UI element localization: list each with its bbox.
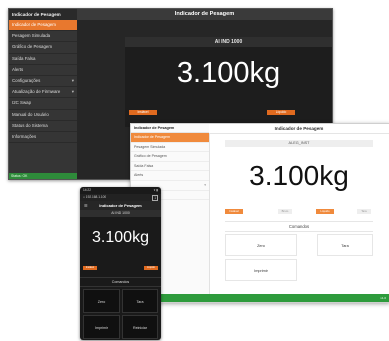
unstable-indicator: Instável [225,209,243,214]
chevron-down-icon: ▾ [204,182,206,187]
sidebar-item-label: Pesagem Simulada [12,33,51,39]
sidebar-item-grafico[interactable]: Gráfico de Pesagem [9,42,77,54]
device-serial: ALEG_INST [225,140,373,147]
print-button[interactable]: Imprimir [225,259,297,281]
sidebar-item-pesagem-simulada[interactable]: Pesagem Simulada [131,143,209,153]
net-indicator: Líquido [267,110,295,115]
phone-header: Indicador de Pesagem ☰ [80,201,161,210]
unstable-indicator: Instável [83,266,97,270]
device-serial: AI IND 1000 [80,210,161,217]
zero-button[interactable]: Zero [225,234,297,256]
sidebar-brand: Indicador de Pesagem [9,9,77,20]
sidebar-item-manual[interactable]: Manual do Usuário [9,110,77,121]
sidebar-item-configuracoes[interactable]: Configurações ▾ [9,76,77,88]
sidebar-item-label: I2C Swap [12,100,32,106]
sidebar-item-label: Alerts [12,66,24,72]
sidebar-item-label: Alerts [134,173,144,178]
phone-window: 14:22 ▾ ▮ ⌂ 192.168.1.100 1 Indicador de… [80,187,161,340]
status-bar: v1.0 [131,294,389,302]
sidebar-item-label: Atualização de Firmware [12,89,61,95]
weight-display: 3.100kg [176,57,281,89]
sidebar-item-i2c-swap[interactable]: I2C Swap [9,98,77,110]
weight-display: 3.100kg [249,160,349,191]
sidebar-item-firmware[interactable]: Atualização de Firmware ▾ [9,87,77,99]
unstable-indicator: Instável [129,110,157,115]
tare-button[interactable]: Tara [317,234,373,256]
sidebar-item-status[interactable]: Status do Sistema [9,121,77,132]
sidebar-item-saida-falsa[interactable]: Saída Falsa [131,162,209,172]
sidebar-item-indicador[interactable]: Indicador de Pesagem [9,20,77,32]
net-indicator: Líquido [316,209,334,214]
hamburger-menu-icon[interactable]: ☰ [84,201,88,210]
print-button[interactable]: Imprimir [83,315,120,339]
sidebar-footer-status: Status: OK [9,173,77,179]
sidebar-item-alerts[interactable]: Alerts [9,65,77,76]
net-indicator: Líquido [144,266,158,270]
sidebar-item-grafico[interactable]: Gráfico de Pesagem [131,152,209,162]
device-serial: AI IND 1000 [125,37,332,47]
phone-signal-icons: ▾ ▮ [153,188,158,192]
sidebar-item-alerts[interactable]: Alerts [131,171,209,181]
sidebar-item-label: Indicador de Pesagem [134,135,170,139]
browser-url-bar[interactable]: ⌂ 192.168.1.100 1 [80,194,161,201]
sidebar-item-pesagem-simulada[interactable]: Pesagem Simulada [9,31,77,43]
sidebar-item-label: Indicador de Pesagem [12,22,56,27]
sidebar-item-saida-falsa[interactable]: Saída Falsa [9,54,77,65]
phone-status-bar: 14:22 ▾ ▮ [80,187,161,194]
sidebar-item-label: Status do Sistema [12,122,48,128]
page-title: Indicador de Pesagem [209,124,389,134]
sidebar-item-label: Gráfico de Pesagem [134,154,167,159]
chevron-down-icon: ▾ [71,77,74,83]
commands-title: Comandos [80,277,161,287]
sidebar-item-label: Gráfico de Pesagem [12,44,53,50]
sidebar-item-label: Saída Falsa [12,55,36,61]
url-text[interactable]: ⌂ 192.168.1.100 [83,195,106,199]
tare-indicator: Tara [357,209,371,214]
desktop-sidebar: Indicador de Pesagem Indicador de Pesage… [9,9,78,179]
sidebar-item-label: Saída Falsa [134,163,154,168]
sidebar-item-informacoes[interactable]: Informações [9,132,77,144]
commands-title: Comandos [225,221,373,232]
sidebar-item-indicador[interactable]: Indicador de Pesagem [131,133,209,143]
gross-indicator: Bruto [278,209,292,214]
zero-button[interactable]: Zero [83,289,120,313]
phone-clock: 14:22 [83,188,91,192]
reboot-button[interactable]: Reiniciar [122,315,158,339]
chevron-down-icon: ▾ [71,89,74,95]
weight-display: 3.100kg [92,229,149,246]
tablet-light-window: Indicador de Pesagem Indicador de Pesage… [130,123,389,303]
sidebar-item-label: Configurações [12,77,41,83]
sidebar-brand: Indicador de Pesagem [131,124,209,133]
page-title: Indicador de Pesagem [99,203,142,208]
tare-button[interactable]: Tara [122,289,158,313]
version-label: v1.0 [380,296,386,300]
sidebar-item-label: Informações [12,133,37,139]
sidebar-item-label: Pesagem Simulada [134,144,166,149]
sidebar-item-label: Manual do Usuário [12,111,49,117]
